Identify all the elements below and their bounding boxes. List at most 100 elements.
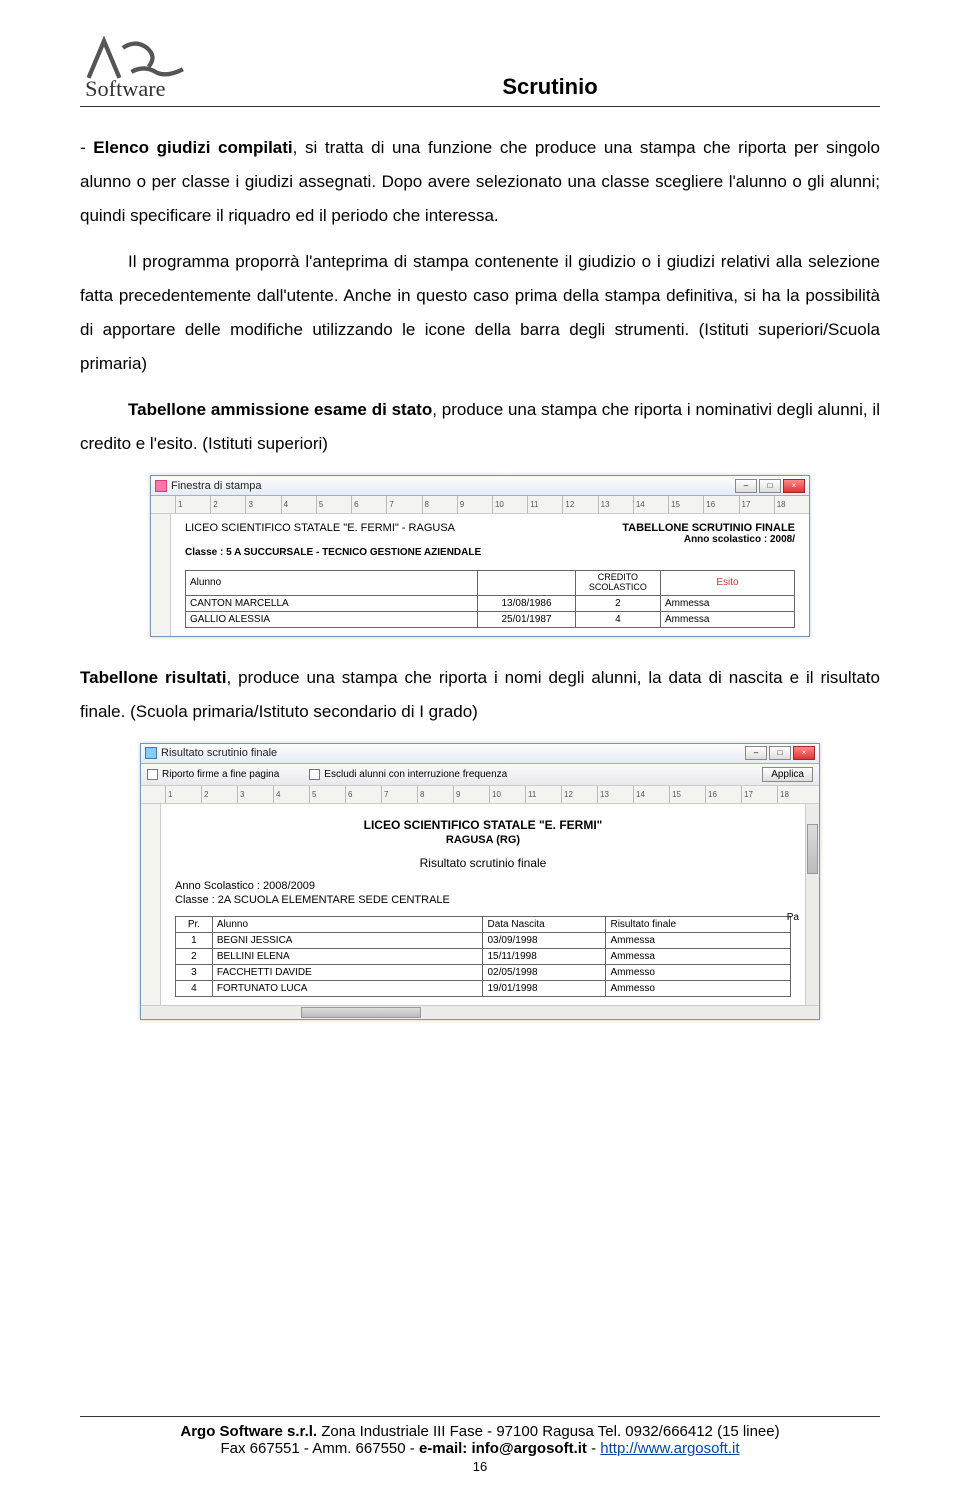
preview-window-risultato-scrutinio: Risultato scrutinio finale – □ × Riporto… xyxy=(140,743,820,1020)
window1-ruler: 1 2 3 4 5 6 7 8 9 10 11 12 13 14 15 16 1… xyxy=(151,496,809,514)
ruler-tick: 15 xyxy=(669,786,705,803)
preview-window-finestra-stampa: Finestra di stampa – □ × 1 2 3 4 5 6 7 8… xyxy=(150,475,810,637)
ruler-tick: 12 xyxy=(561,786,597,803)
cell-name: CANTON MARCELLA xyxy=(186,595,478,611)
pa-label: Pa xyxy=(787,912,799,923)
ruler-tick: 3 xyxy=(237,786,273,803)
window2-toolbar: Riporto firme a fine pagina Escludi alun… xyxy=(141,764,819,786)
window1-title: Finestra di stampa xyxy=(171,480,735,492)
ruler-tick: 6 xyxy=(351,496,386,513)
close-button[interactable]: × xyxy=(783,479,805,493)
report-title: TABELLONE SCRUTINIO FINALE xyxy=(622,522,795,534)
ruler-tick: 9 xyxy=(457,496,492,513)
apply-button[interactable]: Applica xyxy=(762,767,813,782)
checkbox-icon xyxy=(309,769,320,780)
ruler-tick: 8 xyxy=(422,496,457,513)
ruler-tick: 3 xyxy=(245,496,280,513)
ruler-tick: 14 xyxy=(633,786,669,803)
minimize-button[interactable]: – xyxy=(735,479,757,493)
class-label-2: Classe : 2A SCUOLA ELEMENTARE SEDE CENTR… xyxy=(175,894,791,906)
footer-email: e-mail: info@argosoft.it xyxy=(419,1440,587,1457)
footer-sep: - xyxy=(587,1440,600,1457)
cell-pr: 3 xyxy=(176,964,213,980)
ruler-tick: 5 xyxy=(309,786,345,803)
logo: Software xyxy=(80,30,200,100)
ruler-tick: 11 xyxy=(527,496,562,513)
p3-lead: Tabellone ammissione esame di stato xyxy=(128,400,432,419)
ruler-tick: 7 xyxy=(381,786,417,803)
ruler-tick: 18 xyxy=(777,786,813,803)
checkbox-riporto-firme[interactable]: Riporto firme a fine pagina xyxy=(147,769,279,780)
argo-logo-icon: Software xyxy=(80,30,200,100)
paragraph-tabellone-ammissione: Tabellone ammissione esame di stato, pro… xyxy=(80,393,880,461)
table-row: 4 FORTUNATO LUCA 19/01/1998 Ammesso xyxy=(176,980,791,996)
ruler-tick: 17 xyxy=(741,786,777,803)
vertical-ruler xyxy=(151,514,171,636)
vertical-scrollbar[interactable] xyxy=(805,804,819,1005)
cell-name: GALLIO ALESSIA xyxy=(186,611,478,627)
window-icon xyxy=(145,747,157,759)
window2-ruler: 1 2 3 4 5 6 7 8 9 10 11 12 13 14 15 16 1… xyxy=(141,786,819,804)
cell-credito: 4 xyxy=(575,611,660,627)
ruler-tick: 14 xyxy=(633,496,668,513)
cell-esito: Ammessa xyxy=(661,611,795,627)
ruler-tick: 4 xyxy=(281,496,316,513)
horizontal-scrollbar[interactable] xyxy=(141,1005,819,1019)
vertical-ruler xyxy=(141,804,161,1005)
page-header: Software Scrutinio xyxy=(80,30,880,107)
col-pr: Pr. xyxy=(176,916,213,932)
ruler-tick: 18 xyxy=(774,496,809,513)
cell-esito: Ammessa xyxy=(661,595,795,611)
minimize-button[interactable]: – xyxy=(745,746,767,760)
table-row: 1 BEGNI JESSICA 03/09/1998 Ammessa xyxy=(176,932,791,948)
ruler-tick: 13 xyxy=(598,496,633,513)
cell-name: FACCHETTI DAVIDE xyxy=(212,964,483,980)
cell-date: 02/05/1998 xyxy=(483,964,606,980)
school-name: LICEO SCIENTIFICO STATALE "E. FERMI" - R… xyxy=(185,522,622,545)
cell-date: 03/09/1998 xyxy=(483,932,606,948)
ruler-tick: 13 xyxy=(597,786,633,803)
cell-pr: 1 xyxy=(176,932,213,948)
close-button[interactable]: × xyxy=(793,746,815,760)
maximize-button[interactable]: □ xyxy=(769,746,791,760)
students-table-1: Alunno CREDITO SCOLASTICO Esito CANTON M… xyxy=(185,570,795,628)
col-alunno-2: Alunno xyxy=(212,916,483,932)
checkbox-label: Escludi alunni con interruzione frequenz… xyxy=(324,769,507,780)
ruler-tick: 9 xyxy=(453,786,489,803)
ruler-tick: 6 xyxy=(345,786,381,803)
cell-risultato: Ammesso xyxy=(606,964,791,980)
paragraph-anteprima: Il programma proporrà l'anteprima di sta… xyxy=(80,245,880,381)
col-esito: Esito xyxy=(661,571,795,596)
school-year: Anno scolastico : 2008/ xyxy=(622,534,795,545)
cell-date: 19/01/1998 xyxy=(483,980,606,996)
cell-date: 13/08/1986 xyxy=(478,595,575,611)
ruler-tick: 1 xyxy=(175,496,210,513)
table-row: 2 BELLINI ELENA 15/11/1998 Ammessa xyxy=(176,948,791,964)
ruler-tick: 10 xyxy=(492,496,527,513)
p4-lead: Tabellone risultati xyxy=(80,668,226,687)
ruler-tick: 2 xyxy=(210,496,245,513)
maximize-button[interactable]: □ xyxy=(759,479,781,493)
cell-pr: 4 xyxy=(176,980,213,996)
checkbox-escludi-alunni[interactable]: Escludi alunni con interruzione frequenz… xyxy=(309,769,507,780)
ruler-tick: 5 xyxy=(316,496,351,513)
page-footer: Argo Software s.r.l. Zona Industriale II… xyxy=(80,1416,880,1474)
scroll-thumb[interactable] xyxy=(807,824,818,874)
footer-link[interactable]: http://www.argosoft.it xyxy=(600,1440,739,1457)
ruler-tick: 1 xyxy=(165,786,201,803)
cell-date: 25/01/1987 xyxy=(478,611,575,627)
ruler-tick: 16 xyxy=(705,786,741,803)
ruler-tick: 8 xyxy=(417,786,453,803)
cell-date: 15/11/1998 xyxy=(483,948,606,964)
footer-address: Zona Industriale III Fase - 97100 Ragusa… xyxy=(317,1423,780,1440)
ruler-tick: 11 xyxy=(525,786,561,803)
table-row: 3 FACCHETTI DAVIDE 02/05/1998 Ammesso xyxy=(176,964,791,980)
p4-tail: (Scuola primaria/Istituto secondario di … xyxy=(125,702,477,721)
cell-risultato: Ammessa xyxy=(606,932,791,948)
svg-text:Software: Software xyxy=(85,76,165,100)
table-row: CANTON MARCELLA 13/08/1986 2 Ammessa xyxy=(186,595,795,611)
checkbox-icon xyxy=(147,769,158,780)
window-icon xyxy=(155,480,167,492)
ruler-tick: 12 xyxy=(562,496,597,513)
scroll-thumb[interactable] xyxy=(301,1007,421,1018)
